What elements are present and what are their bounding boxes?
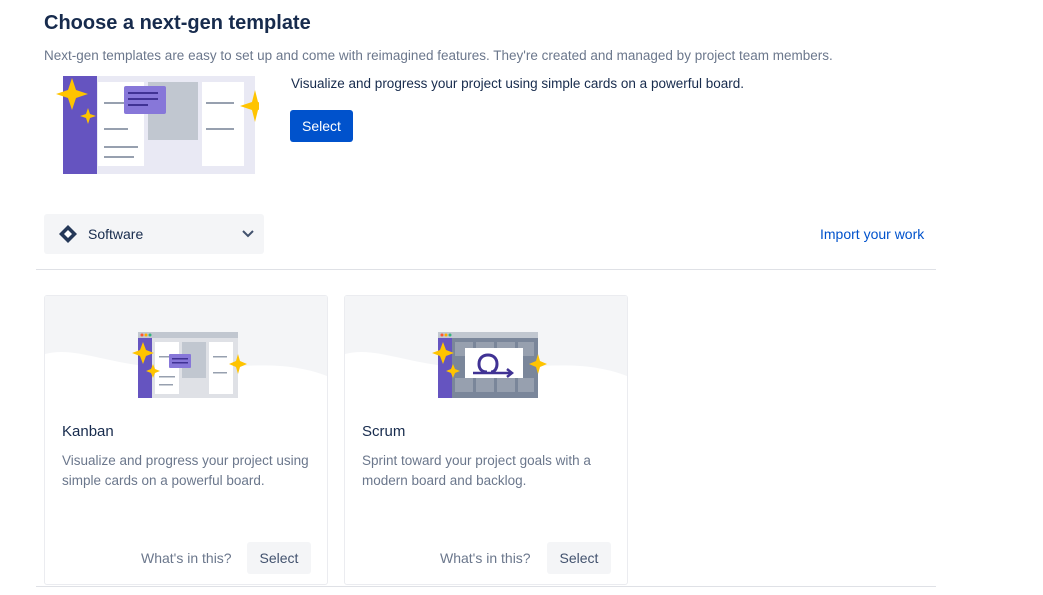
bottom-divider	[36, 586, 936, 587]
scrum-select-button[interactable]: Select	[547, 542, 611, 574]
template-card-kanban[interactable]: Kanban Visualize and progress your proje…	[44, 295, 328, 585]
card-hero-background	[345, 296, 627, 406]
featured-template-description: Visualize and progress your project usin…	[291, 76, 744, 91]
card-hero-background	[45, 296, 327, 406]
import-work-link[interactable]: Import your work	[820, 226, 924, 242]
kanban-board-illustration	[132, 332, 247, 398]
scrum-board-illustration	[432, 332, 547, 398]
jira-software-diamond-icon	[59, 225, 77, 243]
kanban-select-button[interactable]: Select	[247, 542, 311, 574]
kanban-board-illustration	[56, 76, 259, 174]
page-title: Choose a next-gen template	[44, 12, 311, 34]
card-title: Scrum	[362, 423, 406, 440]
featured-select-button[interactable]: Select	[290, 110, 353, 142]
whats-in-this-link[interactable]: What's in this?	[440, 550, 531, 566]
chevron-down-icon	[242, 230, 254, 238]
card-description: Sprint toward your project goals with a …	[362, 453, 591, 488]
card-description: Visualize and progress your project usin…	[62, 453, 309, 488]
section-divider	[36, 269, 936, 270]
page-subtitle: Next-gen templates are easy to set up an…	[44, 48, 833, 63]
template-card-scrum[interactable]: Scrum Sprint toward your project goals w…	[344, 295, 628, 585]
category-dropdown[interactable]: Software	[44, 214, 264, 254]
category-selected-value: Software	[88, 226, 144, 242]
whats-in-this-link[interactable]: What's in this?	[141, 550, 232, 566]
card-title: Kanban	[62, 423, 114, 440]
